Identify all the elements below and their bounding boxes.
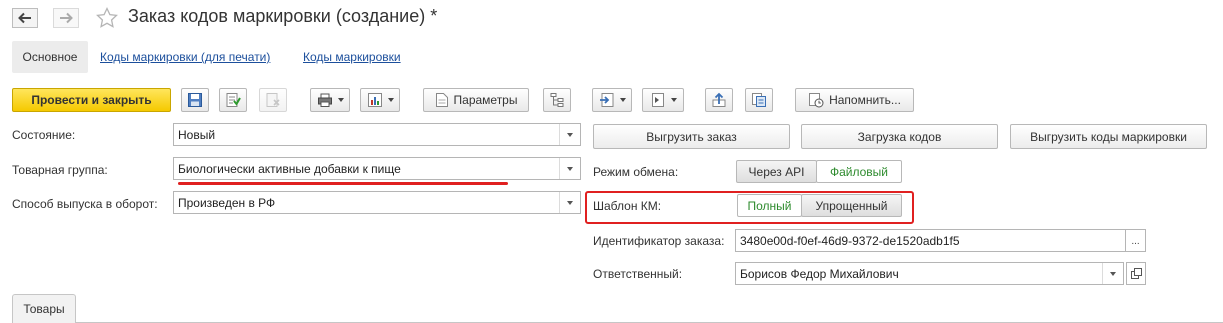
release-method-field[interactable]: Произведен в РФ bbox=[173, 191, 581, 214]
product-group-label: Товарная группа: bbox=[12, 163, 108, 177]
unpost-document-icon bbox=[266, 93, 280, 107]
tab-main[interactable]: Основное bbox=[12, 41, 88, 73]
chevron-down-icon bbox=[567, 132, 573, 137]
order-id-label: Идентификатор заказа: bbox=[593, 234, 725, 248]
export-marking-codes-button[interactable]: Выгрузить коды маркировки bbox=[1010, 124, 1207, 149]
generate-menu-button[interactable] bbox=[592, 88, 632, 112]
attachments-button[interactable] bbox=[745, 88, 773, 112]
chevron-down-icon bbox=[337, 98, 344, 102]
post-document-icon bbox=[226, 93, 241, 107]
arrow-left-icon bbox=[18, 12, 31, 24]
km-template-full-option[interactable]: Полный bbox=[737, 194, 802, 217]
order-id-select-button[interactable]: ... bbox=[1126, 229, 1146, 252]
responsible-open-button[interactable] bbox=[1126, 262, 1146, 285]
state-field[interactable]: Новый bbox=[173, 123, 581, 146]
post-button[interactable] bbox=[219, 88, 247, 112]
related-documents-button[interactable] bbox=[642, 88, 684, 112]
tab-marking-codes[interactable]: Коды маркировки bbox=[303, 50, 401, 64]
forward-button[interactable] bbox=[53, 8, 79, 28]
open-window-icon bbox=[1130, 268, 1142, 279]
unpost-button[interactable] bbox=[259, 88, 287, 112]
km-template-label: Шаблон КМ: bbox=[593, 199, 662, 213]
tab-marking-codes-print[interactable]: Коды маркировки (для печати) bbox=[100, 50, 270, 64]
chevron-down-icon bbox=[387, 98, 394, 102]
load-codes-button[interactable]: Загрузка кодов bbox=[801, 124, 998, 149]
release-method-dropdown-button[interactable] bbox=[559, 192, 580, 213]
related-documents-icon bbox=[651, 93, 664, 107]
parameters-button[interactable]: Параметры bbox=[423, 88, 529, 112]
order-id-field[interactable]: 3480e00d-f0ef-46d9-9372-de1520adb1f5 bbox=[735, 229, 1126, 252]
product-group-dropdown-button[interactable] bbox=[559, 158, 580, 179]
state-value: Новый bbox=[178, 128, 216, 142]
product-group-field[interactable]: Биологически активные добавки к пище bbox=[173, 157, 581, 180]
chevron-down-icon bbox=[670, 98, 677, 102]
responsible-label: Ответственный: bbox=[593, 267, 683, 281]
km-template-simplified-option[interactable]: Упрощенный bbox=[801, 194, 902, 217]
print-menu-button[interactable] bbox=[310, 88, 350, 112]
save-button[interactable] bbox=[181, 88, 209, 112]
highlight-underline bbox=[178, 182, 508, 185]
responsible-dropdown-button[interactable] bbox=[1102, 263, 1123, 284]
structure-button[interactable] bbox=[543, 88, 571, 112]
page-title: Заказ кодов маркировки (создание) * bbox=[128, 6, 438, 26]
printer-icon bbox=[317, 93, 332, 107]
order-id-value: 3480e00d-f0ef-46d9-9372-de1520adb1f5 bbox=[740, 234, 960, 248]
report-chart-icon bbox=[367, 93, 382, 107]
post-and-close-button[interactable]: Провести и закрыть bbox=[12, 88, 171, 112]
remind-button[interactable]: Напомнить... bbox=[795, 88, 914, 112]
responsible-field[interactable]: Борисов Федор Михайлович bbox=[735, 262, 1124, 285]
hierarchy-icon bbox=[550, 93, 564, 107]
remind-label: Напомнить... bbox=[829, 93, 901, 107]
parameters-document-icon bbox=[435, 93, 448, 107]
reminder-clock-icon bbox=[809, 93, 824, 108]
save-icon bbox=[188, 93, 202, 107]
chevron-down-icon bbox=[567, 166, 573, 171]
export-order-button[interactable]: Выгрузить заказ bbox=[593, 124, 790, 149]
generate-icon bbox=[599, 93, 613, 107]
state-dropdown-button[interactable] bbox=[559, 124, 580, 145]
release-method-label: Способ выпуска в оборот: bbox=[12, 197, 158, 211]
chevron-down-icon bbox=[619, 98, 626, 102]
release-method-value: Произведен в РФ bbox=[178, 196, 276, 210]
exchange-mode-file-option[interactable]: Файловый bbox=[816, 160, 902, 183]
chevron-down-icon bbox=[567, 200, 573, 205]
state-label: Состояние: bbox=[12, 128, 76, 142]
responsible-value: Борисов Федор Михайлович bbox=[740, 267, 899, 281]
arrow-right-icon bbox=[60, 12, 73, 24]
upload-arrow-icon bbox=[712, 92, 726, 107]
upload-file-button[interactable] bbox=[705, 88, 733, 112]
back-button[interactable] bbox=[12, 8, 38, 28]
exchange-mode-api-option[interactable]: Через API bbox=[736, 160, 817, 183]
chevron-down-icon bbox=[1110, 271, 1116, 276]
reports-menu-button[interactable] bbox=[360, 88, 400, 112]
exchange-mode-label: Режим обмена: bbox=[593, 165, 679, 179]
favorite-star-icon[interactable] bbox=[95, 6, 119, 33]
parameters-label: Параметры bbox=[453, 93, 518, 107]
product-group-value: Биологически активные добавки к пище bbox=[178, 162, 401, 176]
tab-goods[interactable]: Товары bbox=[12, 294, 76, 323]
files-icon bbox=[752, 93, 766, 107]
